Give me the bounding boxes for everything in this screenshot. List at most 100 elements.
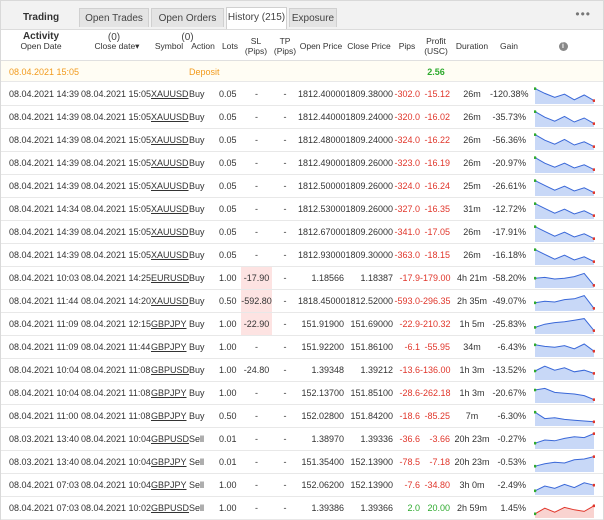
open-price-cell: 1.38970	[311, 434, 344, 444]
symbol-link[interactable]: XAUUSD	[151, 152, 189, 174]
col-action[interactable]: Action	[189, 32, 217, 60]
tp-cell: -	[283, 181, 287, 191]
action-cell: Buy	[189, 112, 205, 122]
symbol-link[interactable]: GBPUSD	[151, 497, 189, 519]
symbol-link[interactable]: XAUUSD	[151, 106, 189, 128]
col-gain[interactable]: Gain	[494, 32, 524, 60]
trade-sparkline	[534, 272, 595, 288]
col-lots[interactable]: Lots	[219, 32, 241, 60]
pips-cell: -302.0	[394, 89, 420, 99]
table-row: 08.03.2021 13:40 08.04.2021 10:04 GBPUSD Se…	[1, 428, 603, 451]
tab-trading-activity[interactable]: Trading Activity	[5, 8, 77, 42]
sparkline-area	[535, 318, 594, 334]
gain-cell: -6.30%	[497, 411, 526, 421]
close-price-cell: 1809.24000	[345, 112, 393, 122]
col-symbol[interactable]: Symbol	[151, 32, 187, 60]
symbol-link[interactable]: GBPJPY	[151, 336, 187, 358]
close-price-cell: 1.39212	[360, 365, 393, 375]
duration-cell: 26m	[463, 250, 481, 260]
symbol-link[interactable]: XAUUSD	[151, 175, 189, 197]
open-date-cell: 08.04.2021 10:04	[9, 365, 80, 375]
tab-open-orders[interactable]: Open Orders (0)	[151, 8, 224, 43]
duration-cell: 2h 59m	[456, 503, 488, 513]
close-price-cell: 1809.30000	[345, 250, 393, 260]
tab-history[interactable]: History (215)	[226, 7, 287, 29]
col-duration[interactable]: Duration	[453, 32, 491, 60]
tp-cell: -	[283, 273, 287, 283]
symbol-link[interactable]: GBPUSD	[151, 359, 189, 381]
action-cell: Buy	[189, 296, 205, 306]
pips-cell: -327.0	[394, 204, 420, 214]
col-open-date[interactable]: Open Date	[9, 32, 73, 60]
col-close-date[interactable]: Close date ▾	[81, 32, 153, 60]
open-price-cell: 1.18566	[311, 273, 344, 283]
sl-cell: -24.80	[243, 365, 270, 375]
close-date-cell: 08.04.2021 11:08	[81, 411, 151, 421]
col-pips[interactable]: Pips	[394, 32, 420, 60]
pips-cell: -341.0	[394, 227, 420, 237]
duration-cell: 1h 5m	[459, 319, 485, 329]
close-price-cell: 151.86100	[350, 342, 393, 352]
lots-cell: 0.05	[219, 204, 237, 214]
symbol-link[interactable]: GBPJPY	[151, 474, 187, 496]
symbol-link[interactable]: XAUUSD	[151, 221, 189, 243]
symbol-link[interactable]: XAUUSD	[151, 83, 189, 105]
symbol-link[interactable]: GBPJPY	[151, 382, 187, 404]
gain-cell: -16.18%	[492, 250, 526, 260]
duration-cell: 3h 0m	[459, 480, 485, 490]
symbol-link[interactable]: GBPUSD	[151, 428, 189, 450]
open-date-cell: 08.04.2021 11:00	[9, 411, 79, 421]
gain-cell: -0.53%	[497, 457, 526, 467]
close-date-cell: 08.04.2021 10:04	[81, 480, 152, 490]
gain-cell: -25.83%	[492, 319, 526, 329]
symbol-link[interactable]: GBPJPY	[151, 313, 187, 335]
open-date-cell: 08.04.2021 11:09	[9, 342, 79, 352]
symbol-link[interactable]: EURUSD	[151, 267, 189, 289]
close-date-cell: 08.04.2021 10:04	[81, 434, 152, 444]
tab-open-trades[interactable]: Open Trades (0)	[79, 8, 149, 43]
profit-cell: -16.02	[424, 112, 450, 122]
col-tp[interactable]: TP (Pips)	[272, 32, 298, 60]
info-icon[interactable]: i	[558, 41, 568, 51]
close-price-cell: 1812.52000	[345, 296, 393, 306]
open-price-cell: 1812.40000	[298, 89, 346, 99]
symbol-link[interactable]: GBPJPY	[151, 405, 187, 427]
action-cell: Buy	[189, 250, 205, 260]
table-row: 08.04.2021 07:03 08.04.2021 10:04 GBPJPY Se…	[1, 474, 603, 497]
tab-exposure[interactable]: Exposure	[289, 8, 337, 27]
symbol-link[interactable]: GBPJPY	[151, 451, 187, 473]
profit-cell: -18.15	[424, 250, 450, 260]
info-column-header[interactable]: i	[556, 32, 570, 60]
tab-bar: Trading Activity Open Trades (0) Open Or…	[1, 1, 603, 43]
col-close-price[interactable]: Close Price	[345, 32, 393, 60]
trade-sparkline	[534, 295, 595, 311]
col-sl[interactable]: SL (Pips)	[241, 32, 271, 60]
pips-cell: -36.6	[399, 434, 420, 444]
sl-cell: -	[255, 227, 258, 237]
close-price-cell: 1809.26000	[345, 204, 393, 214]
gain-cell: -58.20%	[492, 273, 526, 283]
sparkline-area	[535, 295, 594, 311]
trade-sparkline	[534, 179, 595, 196]
sl-cell: -22.90	[241, 313, 272, 335]
symbol-link[interactable]: XAUUSD	[151, 244, 189, 266]
open-date-cell: 08.03.2021 13:40	[9, 434, 80, 444]
profit-cell: -17.05	[424, 227, 450, 237]
symbol-link[interactable]: XAUUSD	[151, 198, 189, 220]
gain-cell: -56.36%	[492, 135, 526, 145]
col-profit[interactable]: Profit (USC)	[422, 32, 450, 60]
open-date-cell: 08.04.2021 07:03	[9, 503, 80, 513]
lots-cell: 0.01	[219, 434, 237, 444]
deposit-amount: 2.56	[427, 67, 445, 77]
open-date-cell: 08.04.2021 14:39	[9, 158, 80, 168]
col-open-price[interactable]: Open Price	[298, 32, 344, 60]
lots-cell: 0.05	[219, 89, 237, 99]
open-date-cell: 08.04.2021 14:39	[9, 181, 80, 191]
sl-cell: -592.80	[241, 290, 272, 312]
open-date-cell: 08.04.2021 11:09	[9, 319, 79, 329]
symbol-link[interactable]: XAUUSD	[151, 290, 189, 312]
pips-cell: -6.1	[404, 342, 420, 352]
more-options-icon[interactable]: •••	[575, 7, 591, 21]
symbol-link[interactable]: XAUUSD	[151, 129, 189, 151]
gain-cell: -6.43%	[497, 342, 526, 352]
